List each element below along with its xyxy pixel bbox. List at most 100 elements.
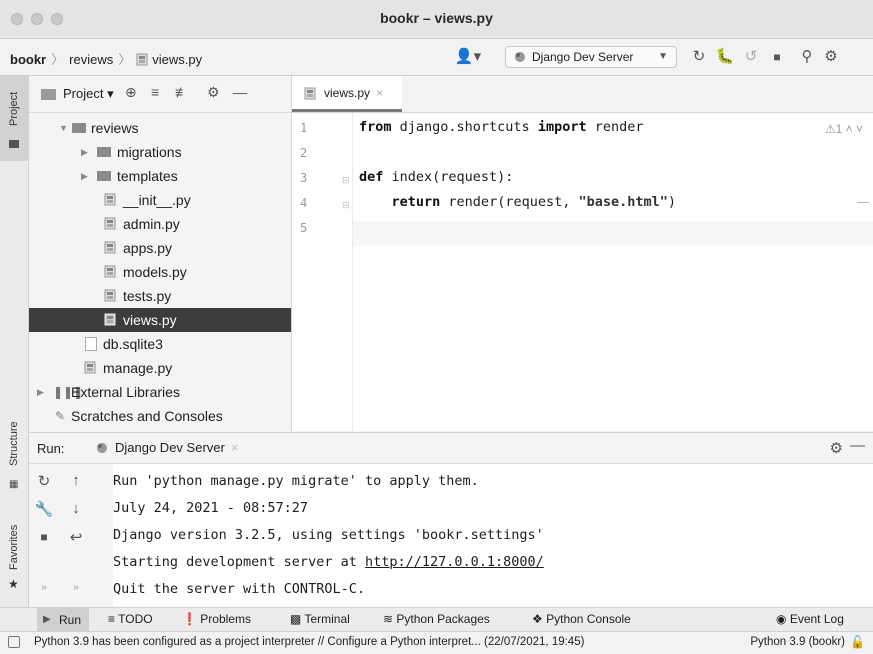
close-tab-icon[interactable]: × xyxy=(376,86,383,100)
tree-item-models-py[interactable]: models.py xyxy=(29,260,291,284)
soft-wrap-icon[interactable]: ↩ xyxy=(65,528,87,546)
python-file-icon xyxy=(104,241,116,254)
scroll-down-icon[interactable]: ↓ xyxy=(65,500,87,517)
tree-item-templates[interactable]: ▶ templates xyxy=(29,164,291,188)
tree-item-tests-py[interactable]: tests.py xyxy=(29,284,291,308)
status-message[interactable]: Python 3.9 has been configured as a proj… xyxy=(34,636,584,648)
database-file-icon xyxy=(85,337,97,351)
hide-panel-icon[interactable]: — xyxy=(233,84,247,100)
tree-item-scratches[interactable]: ✎ Scratches and Consoles xyxy=(29,404,291,428)
run-console-output[interactable]: Run 'python manage.py migrate' to apply … xyxy=(113,464,873,607)
more-actions-icon[interactable]: » xyxy=(65,582,87,593)
tree-item-apps-py[interactable]: apps.py xyxy=(29,236,291,260)
tree-item-reviews[interactable]: ▼ reviews xyxy=(29,116,291,140)
packages-icon: ≋ xyxy=(383,612,394,626)
console-line-server: Starting development server at http://12… xyxy=(113,554,544,570)
event-log-icon: ◉ xyxy=(776,612,787,626)
run-tool-tab[interactable]: ▶ Run xyxy=(37,608,90,632)
vcs-user-icon[interactable]: 👤▾ xyxy=(454,46,482,68)
run-icon: ▶ xyxy=(43,614,51,625)
tree-item-admin-py[interactable]: admin.py xyxy=(29,212,291,236)
scrollbar-marker xyxy=(857,202,869,203)
terminal-icon: ▩ xyxy=(290,612,302,626)
more-actions-icon[interactable]: » xyxy=(33,582,55,593)
window-title: bookr – views.py xyxy=(380,10,493,26)
code-line-1[interactable]: from django.shortcuts import render xyxy=(359,119,644,135)
rerun-icon[interactable]: ↻ xyxy=(33,472,55,490)
wrench-icon[interactable]: 🔧 xyxy=(33,500,55,518)
editor-tab-views-py[interactable]: views.py × xyxy=(292,76,402,112)
tree-item-migrations[interactable]: ▶ migrations xyxy=(29,140,291,164)
folder-icon xyxy=(97,147,111,157)
function-signature: index(request): xyxy=(383,169,514,185)
star-icon: ★ xyxy=(8,577,19,591)
favorites-tool-button[interactable]: Favorites xyxy=(0,496,28,586)
interpreter-selector[interactable]: Python 3.9 (bookr) xyxy=(750,636,845,648)
tree-item-db-sqlite3[interactable]: db.sqlite3 xyxy=(29,332,291,356)
console-line: Run 'python manage.py migrate' to apply … xyxy=(113,473,479,489)
run-settings-gear-icon[interactable]: ⚙ xyxy=(830,439,843,457)
python-file-icon xyxy=(104,193,116,206)
project-view-icon xyxy=(41,89,56,100)
panel-settings-gear-icon[interactable]: ⚙ xyxy=(207,84,220,101)
tree-item-label: templates xyxy=(117,168,178,184)
tree-item-label: views.py xyxy=(123,312,177,328)
locate-icon[interactable]: ⊕ xyxy=(125,84,137,101)
title-bar: bookr – views.py xyxy=(0,0,873,39)
favorites-tool-label: Favorites xyxy=(8,524,20,570)
todo-tool-tab[interactable]: ≡ TODO xyxy=(108,612,153,626)
code-line-4[interactable]: return render(request, "base.html") xyxy=(359,194,677,210)
run-tab-label: Django Dev Server xyxy=(115,440,225,455)
tree-item-init-py[interactable]: __init__.py xyxy=(29,188,291,212)
breadcrumb-file[interactable]: views.py xyxy=(152,52,202,67)
tree-item-label: reviews xyxy=(91,120,139,136)
python-file-icon xyxy=(84,361,96,374)
event-log-tool-tab[interactable]: ◉ Event Log xyxy=(776,612,844,626)
coverage-icon[interactable]: ↺ xyxy=(740,46,762,68)
close-tab-icon[interactable]: × xyxy=(231,440,239,455)
lock-icon[interactable]: 🔓 xyxy=(850,635,865,649)
run-tab-django-dev-server[interactable]: Django Dev Server × xyxy=(87,433,248,463)
run-panel-header: Run: Django Dev Server × ⚙ — xyxy=(29,433,873,464)
fold-icon[interactable]: ⊟ xyxy=(342,175,350,186)
collapse-all-icon[interactable]: ≢ xyxy=(175,84,189,100)
server-url-link[interactable]: http://127.0.0.1:8000/ xyxy=(365,554,544,570)
expand-all-icon[interactable]: ≡ xyxy=(151,84,159,100)
fold-end-icon[interactable]: ⊟ xyxy=(342,200,350,211)
todo-icon: ≡ xyxy=(108,612,116,626)
problems-tool-tab[interactable]: ❗ Problems xyxy=(182,612,251,626)
breadcrumb-project[interactable]: bookr xyxy=(10,52,46,67)
settings-gear-icon[interactable]: ⚙ xyxy=(820,46,842,68)
structure-tool-label: Structure xyxy=(8,421,20,466)
run-configuration-select[interactable]: Django Dev Server ▼ xyxy=(505,46,677,68)
project-view-select[interactable]: Project ▾ xyxy=(63,86,114,102)
toggle-tool-windows-icon[interactable] xyxy=(8,636,20,648)
tree-item-external-libraries[interactable]: ▶ ❚❚❚ External Libraries xyxy=(29,380,291,404)
structure-tool-button[interactable]: Structure xyxy=(0,406,28,476)
tree-item-manage-py[interactable]: manage.py xyxy=(29,356,291,380)
scroll-up-icon[interactable]: ↑ xyxy=(65,472,87,489)
project-panel: Project ▾ ⊕ ≡ ≢ ⚙ — ▼ reviews ▶ migratio… xyxy=(29,76,292,431)
inspection-widget[interactable]: ⚠1 ˄ ˅ xyxy=(825,122,863,136)
python-packages-tool-tab[interactable]: ≋ Python Packages xyxy=(383,612,490,626)
collapsed-arrow-icon: ▶ xyxy=(37,387,44,397)
terminal-tool-tab[interactable]: ▩ Terminal xyxy=(290,612,350,626)
rerun-icon[interactable]: ↻ xyxy=(688,46,710,68)
debug-icon[interactable]: 🐛 xyxy=(714,46,736,68)
python-file-icon xyxy=(104,289,116,302)
python-file-icon xyxy=(104,265,116,278)
breadcrumb-folder[interactable]: reviews xyxy=(69,52,113,67)
run-tool-label: Run xyxy=(59,613,82,627)
hide-panel-icon[interactable]: — xyxy=(850,437,865,454)
stop-icon[interactable]: ■ xyxy=(766,46,788,68)
run-toolbar: ↻ ↑ 🔧 ↓ ■ ↩ » » xyxy=(29,464,95,607)
ide-window: bookr – views.py bookr 〉 reviews 〉 views.py … xyxy=(0,0,873,654)
expanded-arrow-icon: ▼ xyxy=(59,123,68,133)
tree-item-views-py[interactable]: views.py xyxy=(29,308,291,332)
line-number: 2 xyxy=(300,146,308,160)
code-line-3[interactable]: def index(request): xyxy=(359,169,513,185)
python-console-tool-tab[interactable]: ❖ Python Console xyxy=(532,612,631,626)
project-tool-button[interactable]: Project xyxy=(0,76,28,161)
stop-icon[interactable]: ■ xyxy=(33,530,55,544)
search-icon[interactable]: ⚲ xyxy=(796,46,818,68)
